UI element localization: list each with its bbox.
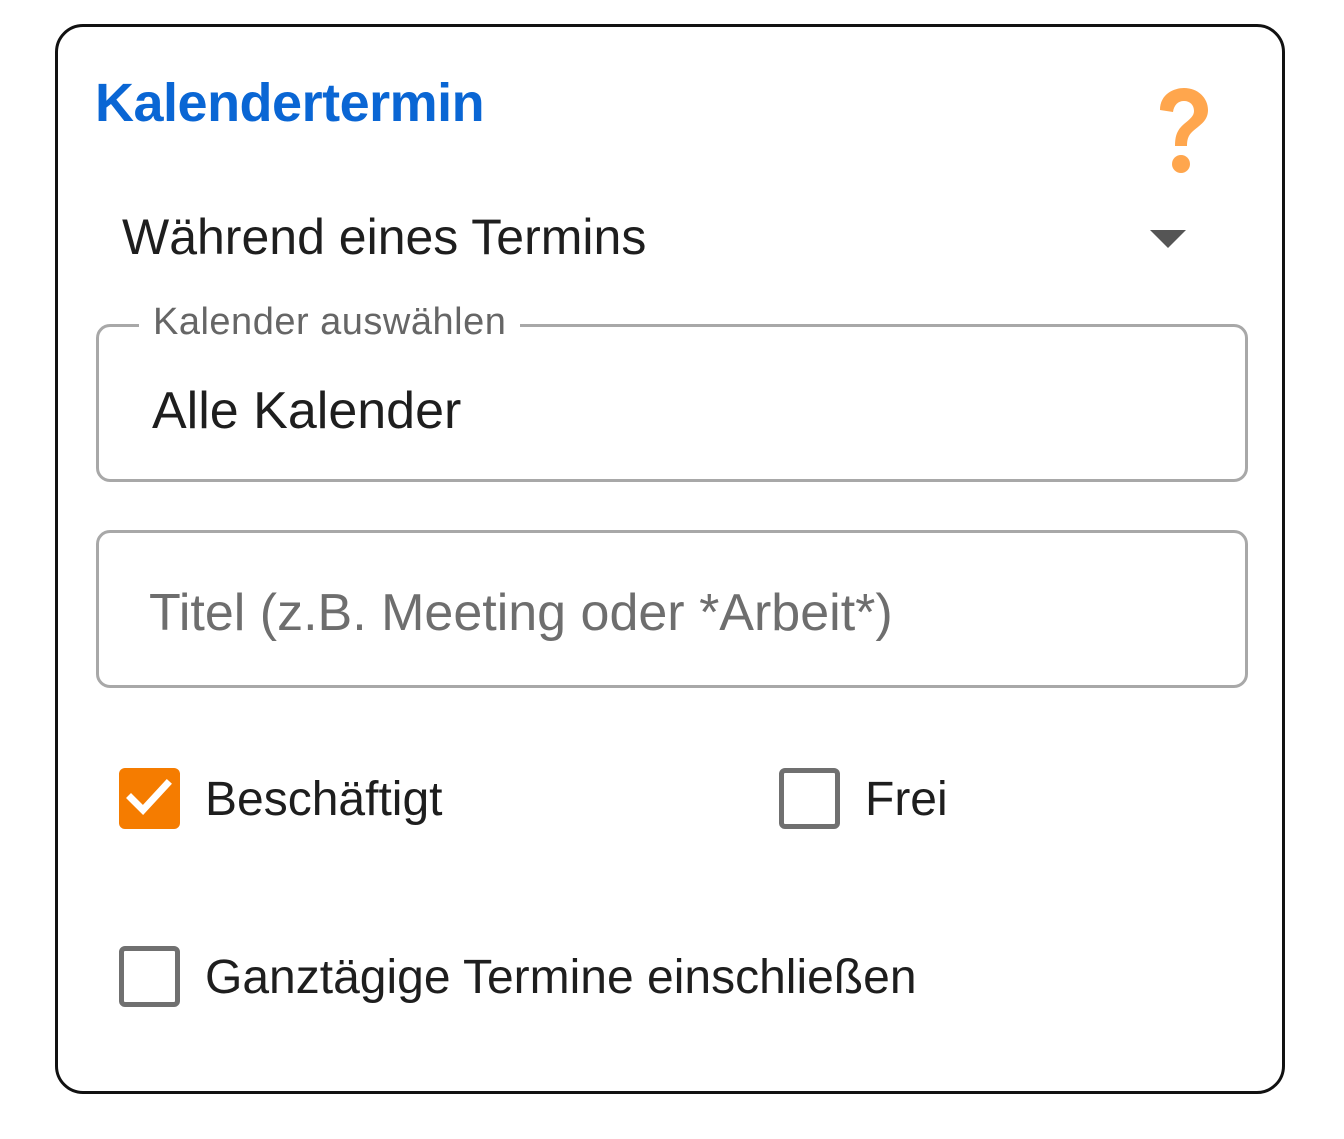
busy-checkbox-label: Beschäftigt [205,773,443,826]
event-title-field [96,530,1248,688]
busy-checkbox[interactable] [119,768,180,829]
card-title: Kalendertermin [95,73,485,133]
calendar-select-label: Kalender auswählen [139,301,521,344]
dropdown-arrow-icon [1150,230,1186,248]
event-title-input[interactable] [149,573,1199,653]
free-checkbox-row[interactable]: Frei [779,762,1029,832]
free-checkbox[interactable] [779,768,840,829]
all-day-checkbox[interactable] [119,946,180,1007]
trigger-type-selected: Während eines Termins [122,209,647,265]
checkmark-icon [126,779,172,816]
busy-checkbox-row[interactable]: Beschäftigt [119,762,519,832]
calendar-select-value: Alle Kalender [152,382,462,440]
all-day-checkbox-row[interactable]: Ganztägige Termine einschließen [119,940,1019,1010]
calendar-select-field[interactable]: Kalender auswählen Alle Kalender [96,301,1248,482]
trigger-type-select[interactable]: Während eines Termins [122,200,1192,280]
free-checkbox-label: Frei [865,773,948,826]
question-mark-icon [1160,88,1208,173]
help-button[interactable] [1150,86,1214,178]
all-day-checkbox-label: Ganztägige Termine einschließen [205,951,917,1004]
